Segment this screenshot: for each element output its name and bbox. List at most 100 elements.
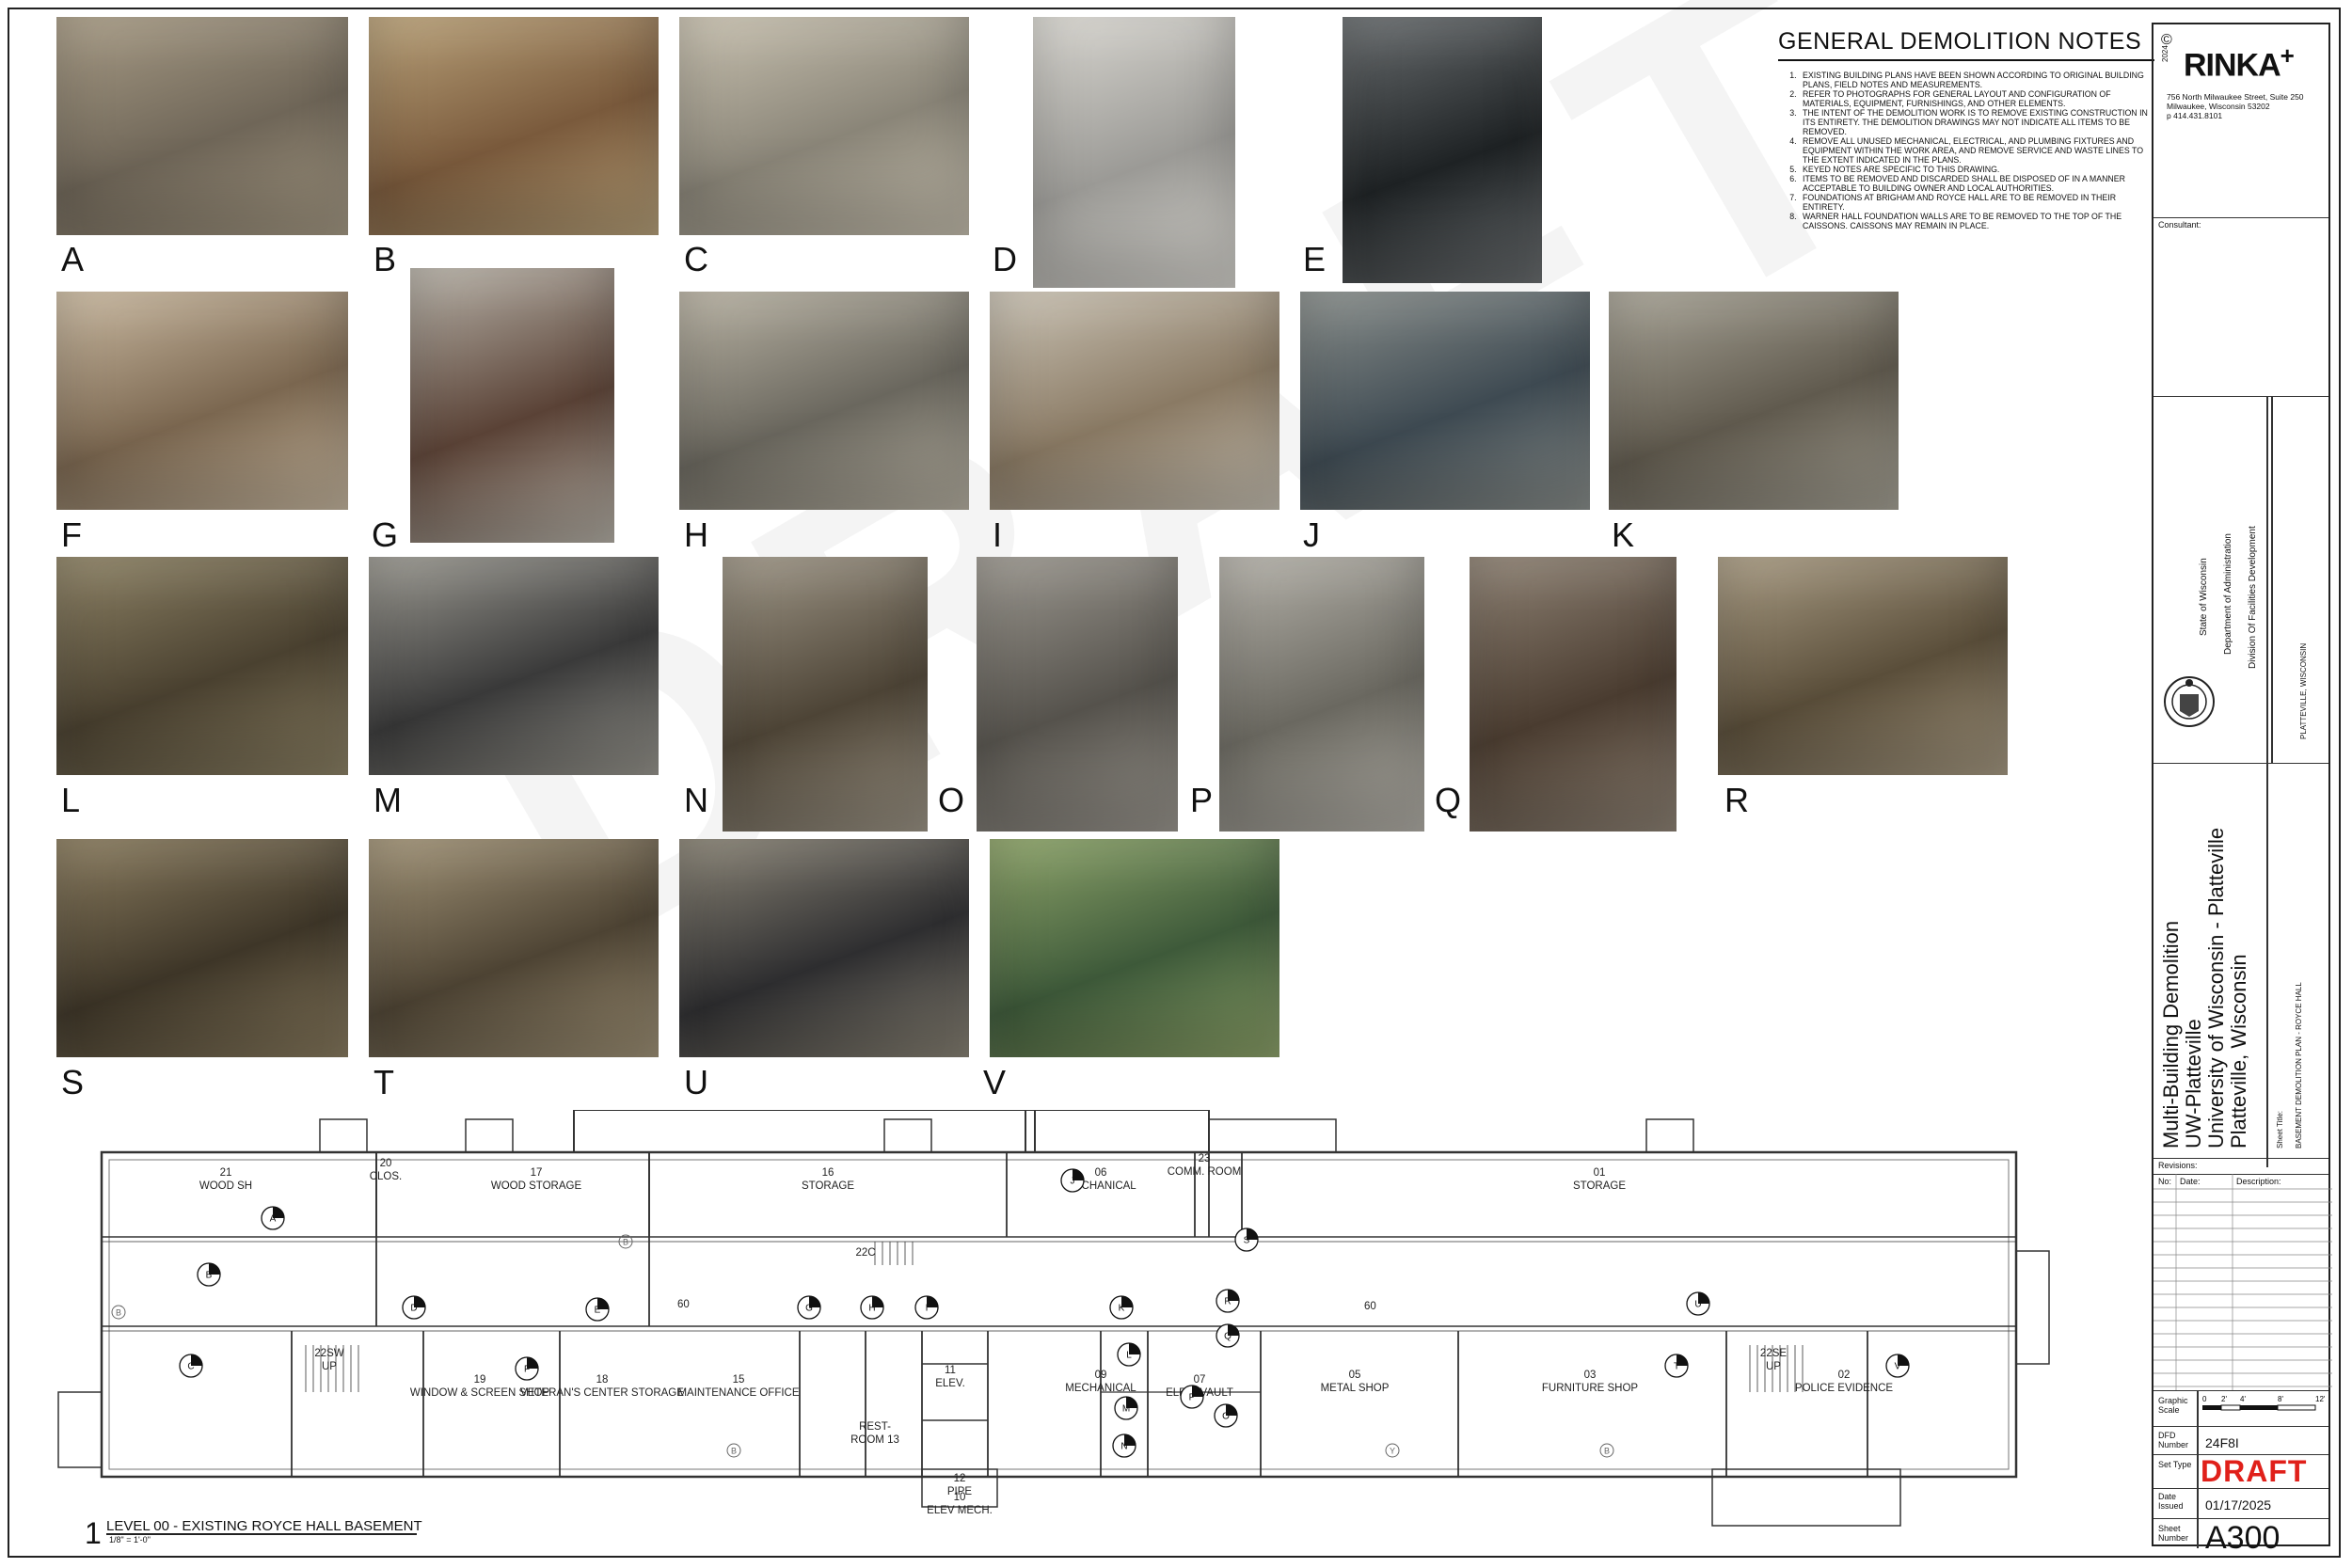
date-issued: 01/17/2025 [2205,1497,2272,1513]
svg-text:B: B [116,1308,121,1318]
photo-image [369,839,659,1057]
room-name: UP [1766,1361,1781,1372]
state-line: State of Wisconsin [2199,558,2209,636]
grid-marker: Y [1385,1443,1400,1458]
address-line: Milwaukee, Wisconsin 53202 [2167,102,2270,111]
svg-text:Q: Q [1224,1332,1232,1342]
photo-image [369,557,659,775]
svg-text:G: G [805,1304,813,1314]
photo-key-l: L [1117,1342,1141,1367]
photo-label-i: I [993,515,1003,554]
photo-h [679,292,969,510]
photo-l [56,557,348,775]
tb-divider [2153,1518,2328,1519]
svg-text:D: D [410,1304,417,1314]
title-block: © 2024 RINKA+ 756 North Milwaukee Street… [2152,23,2332,1556]
room-number: 12 [954,1473,966,1484]
room-number: 18 [596,1374,609,1386]
address-line: p 414.431.8101 [2167,111,2223,120]
photo-label-d: D [993,240,1017,278]
photo-image [679,292,969,510]
svg-text:P: P [1189,1393,1196,1403]
room-number: 19 [474,1374,486,1386]
room-number: 01 [1594,1167,1606,1179]
photo-key-d: D [402,1295,426,1320]
svg-text:E: E [595,1306,601,1316]
photo-key-c: C [179,1354,203,1378]
photo-label-b: B [373,240,397,278]
svg-text:O: O [1222,1412,1230,1422]
photo-image [1033,17,1235,288]
photo-key-g: G [797,1295,821,1320]
svg-text:B: B [1604,1447,1610,1456]
firm-logo: RINKA+ [2184,41,2295,84]
photo-i [990,292,1279,510]
tb-divider [2266,396,2268,1167]
copyright-year: 2024 [2161,45,2169,62]
firm-address: 756 North Milwaukee Street, Suite 250 Mi… [2167,92,2304,120]
notes-list: Existing building plans have been shown … [1778,71,2154,230]
plan-title-underline [106,1533,417,1535]
plan-inner-wall [108,1159,2010,1470]
state-line: Department of Administration [2223,533,2233,655]
revisions-label: Revisions: [2158,1161,2198,1170]
svg-text:C: C [187,1362,194,1372]
photo-image [410,268,614,543]
photo-image [1300,292,1590,510]
plan-scale: 1/8" = 1'-0" [109,1535,151,1544]
photo-label-k: K [1612,515,1635,554]
scale-segment [2220,1404,2241,1411]
svg-text:B: B [623,1238,628,1247]
photo-q [1470,557,1677,832]
note-item: Keyed notes are specific to this drawing… [1799,165,2154,174]
grid-marker: B [726,1443,741,1458]
photo-v [990,839,1279,1057]
photo-key-a: A [261,1206,285,1230]
tb-divider [2153,1488,2328,1489]
photo-t [369,839,659,1057]
photo-image [1470,557,1677,832]
svg-text:J: J [1071,1177,1075,1187]
photo-label-a: A [61,240,85,278]
plan-outer-wall [100,1150,2018,1479]
address-line: 756 North Milwaukee Street, Suite 250 [2167,92,2304,102]
dfd-number-label: DFD Number [2158,1431,2189,1449]
photo-n [723,557,928,832]
photo-key-q: Q [1216,1323,1240,1348]
room-name: UP [322,1361,337,1372]
set-type-draft: DRAFT [2201,1454,2308,1488]
photo-image [679,839,969,1057]
room-name: METAL SHOP [1321,1383,1390,1394]
svg-text:N: N [1120,1442,1127,1452]
photo-image [56,839,348,1057]
room-name: STORAGE [802,1180,854,1192]
photo-image [977,557,1178,832]
note-item: Existing building plans have been shown … [1799,71,2154,89]
dfd-number: 24F8I [2205,1435,2239,1450]
copyright-block: © 2024 [2161,33,2172,63]
room-number: 22C [855,1247,875,1259]
photo-key-j: J [1060,1168,1085,1193]
photo-key-s: S [1234,1227,1259,1252]
room-number: REST- [859,1421,891,1433]
revision-grid [2153,1174,2332,1390]
photo-a [56,17,348,235]
photo-image [990,839,1279,1057]
svg-text:T: T [1674,1362,1679,1372]
note-item: Foundations at Brigham and Royce Hall ar… [1799,193,2154,212]
svg-text:B: B [206,1271,213,1281]
room-number: 11 [945,1365,956,1376]
note-item: Refer to photographs for general layout … [1799,89,2154,108]
svg-text:K: K [1119,1304,1125,1314]
photo-b [369,17,659,235]
svg-text:R: R [1224,1297,1231,1307]
room-name: FURNITURE SHOP [1542,1383,1639,1394]
photo-label-m: M [373,781,402,819]
room-number: 07 [1194,1374,1206,1386]
tb-divider [2153,1390,2328,1391]
photo-s [56,839,348,1057]
photo-label-j: J [1303,515,1320,554]
photo-e [1343,17,1542,283]
sheet-title-label: Sheet Title: [2276,1110,2284,1148]
photo-label-o: O [938,781,965,819]
